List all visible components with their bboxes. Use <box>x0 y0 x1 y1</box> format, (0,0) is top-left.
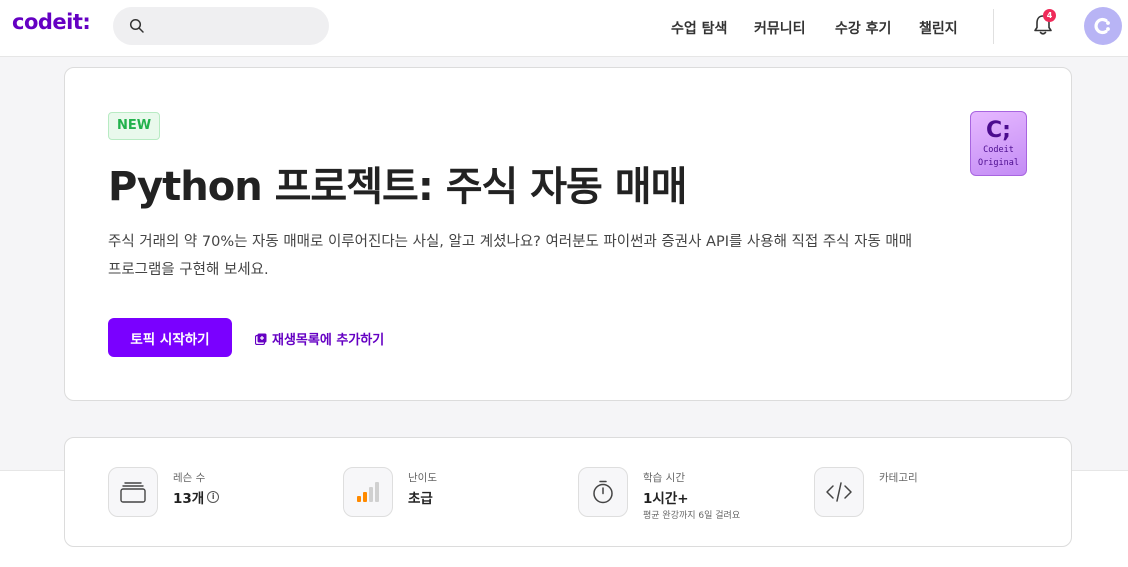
category-label: 카테고리 <box>879 472 918 484</box>
stopwatch-icon <box>578 467 628 517</box>
code-brackets-icon <box>814 467 864 517</box>
new-badge: NEW <box>108 112 161 140</box>
codeit-original-badge: C; Codeit Original <box>970 111 1027 176</box>
nav-divider <box>993 9 994 44</box>
nav-course-explore[interactable]: 수업 탐색 <box>671 18 727 38</box>
search-icon <box>129 18 144 33</box>
duration-value: 1시간+ <box>643 491 689 507</box>
info-icon[interactable]: i <box>207 491 220 503</box>
description-line: 주식 거래의 약 70%는 자동 매매로 이루어진다는 사실, 알고 계셨나요?… <box>108 234 913 250</box>
lessons-icon <box>108 467 158 517</box>
topic-description: 주식 거래의 약 70%는 자동 매매로 이루어진다는 사실, 알고 계셨나요?… <box>108 228 988 284</box>
difficulty-label: 난이도 <box>408 472 437 484</box>
original-badge-line: Original <box>978 158 1019 168</box>
top-header: codeit: 수업 탐색 커뮤니티 수강 후기 챌린지 4 <box>0 0 1128 57</box>
nav-community[interactable]: 커뮤니티 <box>754 18 806 38</box>
start-topic-button[interactable]: 토픽 시작하기 <box>108 318 232 357</box>
topic-hero-card: NEW Python 프로젝트: 주식 자동 매매 주식 거래의 약 70%는 … <box>64 67 1072 401</box>
lessons-label: 레슨 수 <box>173 472 206 484</box>
topic-info-card: 레슨 수 13개 i 난이도 초급 학습 시간 1시간+ 평균 완강까지 6일 … <box>64 437 1072 547</box>
nav-challenge[interactable]: 챌린지 <box>919 18 958 38</box>
original-logo-mark: C; <box>986 118 1011 143</box>
lessons-value: 13개 <box>173 491 205 507</box>
duration-label: 학습 시간 <box>643 472 685 484</box>
user-avatar[interactable] <box>1084 7 1122 45</box>
original-badge-line: Codeit <box>983 145 1014 155</box>
add-to-playlist-label: 재생목록에 추가하기 <box>272 333 385 348</box>
difficulty-value: 초급 <box>408 491 433 507</box>
description-line: 프로그램을 구현해 보세요. <box>108 262 269 278</box>
duration-subtext: 평균 완강까지 6일 걸려요 <box>643 511 741 521</box>
add-to-playlist-link[interactable]: 재생목록에 추가하기 <box>255 329 384 348</box>
topic-title: Python 프로젝트: 주식 자동 매매 <box>108 164 687 210</box>
playlist-add-icon <box>255 333 267 345</box>
avatar-icon <box>1094 17 1110 35</box>
lessons-value-row: 13개 i <box>173 487 220 507</box>
difficulty-bars-icon <box>343 467 393 517</box>
nav-reviews[interactable]: 수강 후기 <box>835 18 891 38</box>
search-bar[interactable] <box>113 7 329 45</box>
codeit-logo[interactable]: codeit: <box>12 10 91 34</box>
notification-badge: 4 <box>1043 9 1056 22</box>
